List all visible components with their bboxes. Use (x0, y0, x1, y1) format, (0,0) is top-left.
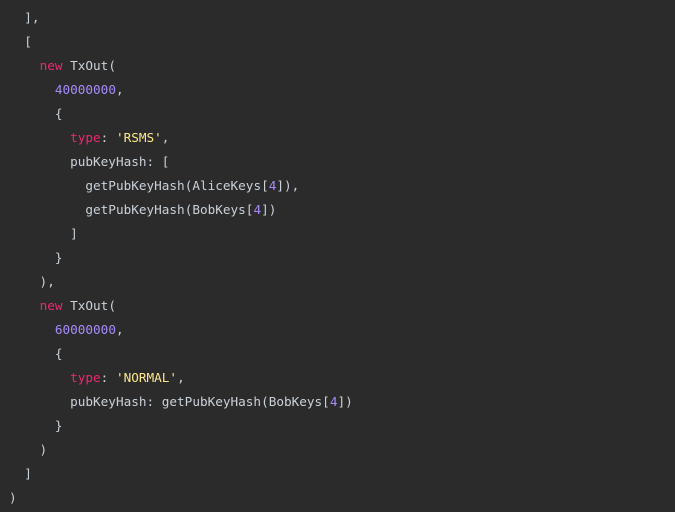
code-token-kw: new (39, 58, 63, 73)
code-block: ], [ new TxOut( 40000000, { type: 'RSMS'… (0, 0, 675, 512)
code-token-punct: ] (9, 466, 32, 481)
code-token-ident: TxOut( (62, 298, 116, 313)
code-token-ident: ]) (337, 394, 353, 409)
code-line: ) (0, 438, 675, 462)
code-token-num: 40000000 (54, 82, 116, 97)
code-token-punct (9, 178, 85, 193)
code-line: { (0, 102, 675, 126)
code-line: pubKeyHash: getPubKeyHash(BobKeys[4]) (0, 390, 675, 414)
code-token-ident: getPubKeyHash(BobKeys[ (85, 202, 254, 217)
code-token-punct: , (177, 370, 185, 385)
code-line: 60000000, (0, 318, 675, 342)
code-token-ident: getPubKeyHash(AliceKeys[ (85, 178, 269, 193)
code-token-prop: type (70, 370, 101, 385)
code-line: [ (0, 30, 675, 54)
code-token-punct: [ (9, 34, 32, 49)
code-token-punct: : (100, 130, 116, 145)
code-token-num: 4 (253, 202, 262, 217)
code-token-punct: : (100, 370, 116, 385)
code-token-str: 'RSMS' (115, 130, 162, 145)
code-token-punct (9, 154, 70, 169)
code-token-ident: TxOut( (62, 58, 116, 73)
code-token-punct: { (9, 346, 63, 361)
code-token-punct (9, 298, 40, 313)
code-token-kw: new (39, 298, 63, 313)
code-line: ] (0, 222, 675, 246)
code-token-punct (9, 394, 70, 409)
code-line: new TxOut( (0, 294, 675, 318)
code-token-ident: ]) (261, 202, 277, 217)
code-line: ), (0, 270, 675, 294)
code-line: pubKeyHash: [ (0, 150, 675, 174)
code-token-punct: { (9, 106, 63, 121)
code-line: type: 'NORMAL', (0, 366, 675, 390)
code-token-punct (9, 370, 70, 385)
code-token-punct (9, 82, 55, 97)
code-token-ident: pubKeyHash: [ (70, 154, 170, 169)
code-line: type: 'RSMS', (0, 126, 675, 150)
code-token-punct: ] (9, 226, 78, 241)
code-line: } (0, 246, 675, 270)
code-token-ident: pubKeyHash: getPubKeyHash(BobKeys[ (70, 394, 330, 409)
code-token-punct: ], (9, 10, 40, 25)
code-line: 40000000, (0, 78, 675, 102)
code-token-punct (9, 130, 70, 145)
code-line: new TxOut( (0, 54, 675, 78)
code-token-prop: type (70, 130, 101, 145)
code-line: } (0, 414, 675, 438)
code-line: ] (0, 462, 675, 486)
code-token-punct: ) (9, 442, 48, 457)
code-token-punct: , (161, 130, 170, 145)
code-line: { (0, 342, 675, 366)
code-line: ) (0, 486, 675, 510)
code-token-punct (9, 202, 85, 217)
code-token-punct: ), (9, 274, 55, 289)
code-token-punct: , (115, 82, 124, 97)
code-token-num: 60000000 (54, 322, 116, 337)
code-token-ident: ]), (276, 178, 300, 193)
code-line: getPubKeyHash(AliceKeys[4]), (0, 174, 675, 198)
code-token-punct: } (9, 250, 63, 265)
code-token-punct: ) (9, 490, 17, 505)
code-token-punct: , (115, 322, 124, 337)
code-token-str: 'NORMAL' (115, 370, 178, 385)
code-token-punct: } (9, 418, 63, 433)
code-token-punct (9, 58, 40, 73)
code-line: getPubKeyHash(BobKeys[4]) (0, 198, 675, 222)
code-token-punct (9, 322, 55, 337)
code-line: ], (0, 6, 675, 30)
